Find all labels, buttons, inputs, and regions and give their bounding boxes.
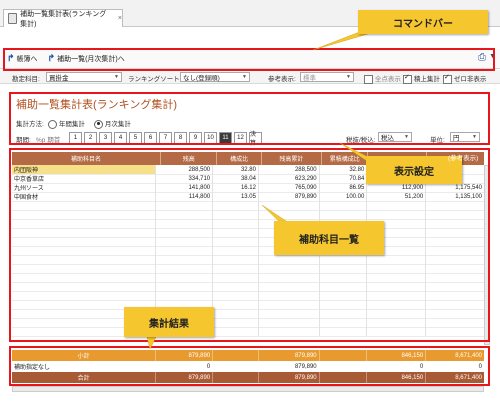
callout-command-bar: コマンドバー bbox=[358, 10, 488, 34]
reference-column-label: (参考表示) bbox=[448, 155, 479, 162]
callout-connectors bbox=[144, 25, 396, 350]
callout-account-list: 補助科目一覧 bbox=[274, 221, 384, 255]
callout-totals: 集計結果 bbox=[124, 307, 214, 337]
